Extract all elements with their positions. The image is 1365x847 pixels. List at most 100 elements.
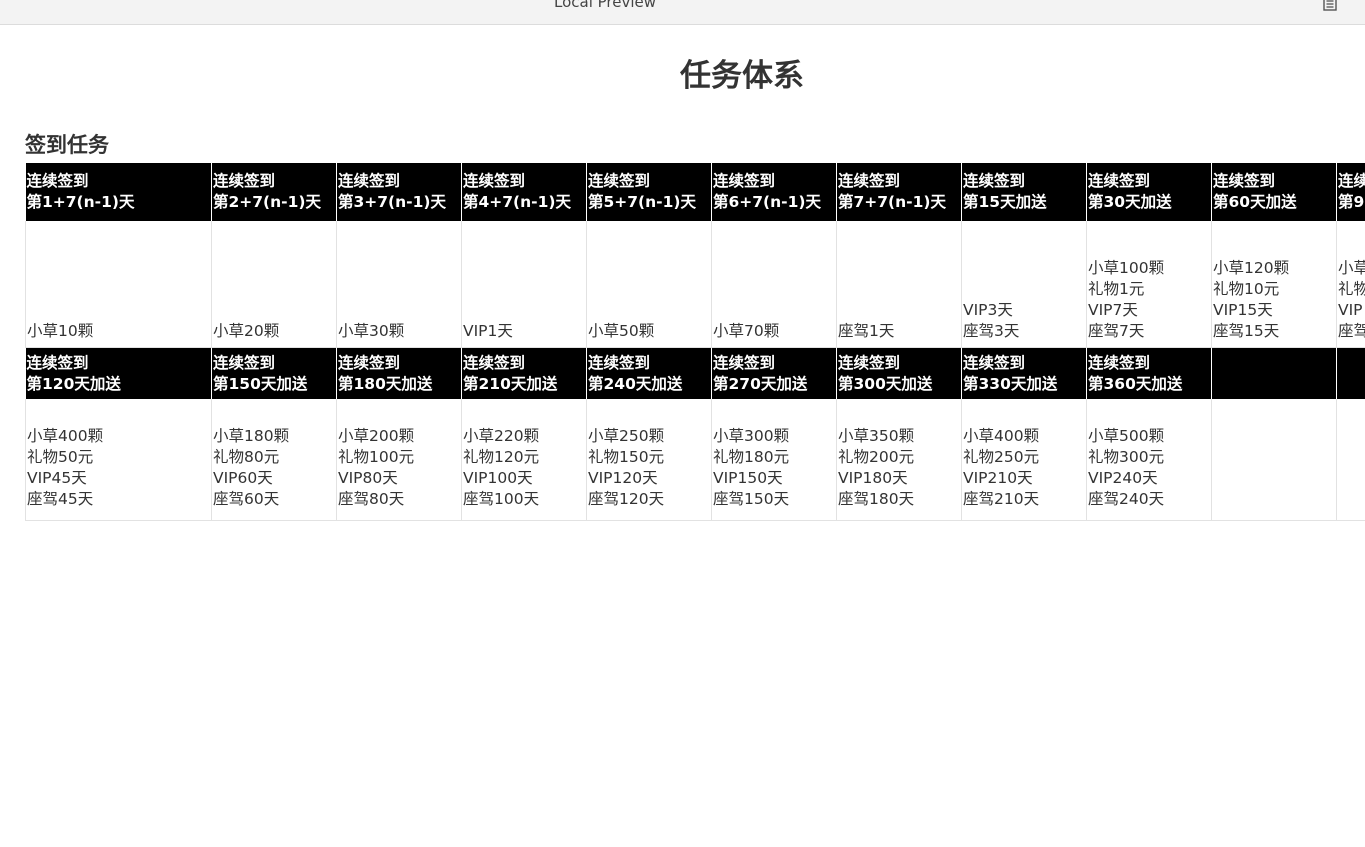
table-header-cell: [1336, 347, 1365, 399]
table-cell-line: 座驾60天: [213, 490, 280, 508]
table-cell-line: 礼物1元: [1088, 280, 1145, 298]
table-cell-line: 小草: [1338, 259, 1365, 277]
table-cell-line: 座驾3天: [963, 322, 1020, 340]
table-header-cell-line: 第2+7(n-1)天: [213, 193, 321, 211]
table-cell-line: 礼物250元: [963, 448, 1040, 466]
table-header-cell: 连续签到第240天加送: [586, 347, 712, 399]
table-cell-line: 座驾180天: [838, 490, 915, 508]
table-cell: 小草400颗 礼物250元 VIP210天 座驾210天: [961, 399, 1087, 521]
table-header-cell-line: 第1+7(n-1)天: [26, 193, 135, 211]
table-cell-line: 礼物50元: [27, 448, 94, 466]
table-header-cell-line: 连续签到: [713, 353, 776, 372]
table-cell-line: 小草100颗: [1088, 259, 1165, 277]
table-header-cell-line: 连续签到: [713, 172, 776, 190]
table-cell: 小草10颗: [25, 221, 212, 348]
table-header-cell-line: 连续签到: [338, 172, 401, 190]
table-cell: 小草礼物 VIP 座驾: [1336, 221, 1365, 348]
table-cell-line: VIP15天: [1213, 301, 1273, 319]
table-cell-line: 小草200颗: [338, 427, 415, 445]
checkin-task-table-container: 连续签到 第1+7(n-1)天 连续签到 第2+7(n-1)天 连续签到 第3+7(n-1…: [25, 163, 1365, 525]
table-cell-line: VIP240天: [1088, 469, 1158, 487]
table-cell: 小草220颗 礼物120元 VIP100天 座驾100天: [461, 399, 587, 521]
table-header-cell: 连续签到第3+7(n-1)天: [336, 163, 462, 221]
table-cell-line: 礼物: [1338, 280, 1365, 298]
table-cell: VIP1天: [461, 221, 587, 348]
table-header-cell: 连续签到 第4+7(n-1)天: [461, 163, 587, 221]
document-list-icon[interactable]: [1322, 0, 1338, 12]
table-header-cell: 连续签到第30天加送: [1086, 163, 1212, 221]
table-cell-line: VIP120天: [588, 469, 658, 487]
table-header-cell-line: 第30天加送: [1088, 193, 1172, 211]
table-cell-line: VIP180天: [838, 469, 908, 487]
table-cell-line: 座驾80天: [338, 490, 405, 508]
table-header-cell: [1211, 347, 1337, 399]
table-cell-line: 座驾15天: [1213, 322, 1280, 340]
table-cell: 小草200颗 礼物100元 VIP80天 座驾80天: [336, 399, 462, 521]
table-header-cell: 连续签到 第60天加送: [1211, 163, 1337, 221]
table-header-cell: 连续签到 第7+7(n-1)天: [836, 163, 962, 221]
table-header-cell-line: 连续签到: [588, 353, 651, 372]
table-cell: 小草180颗 礼物80元 VIP60天 座驾60天: [211, 399, 337, 521]
table-cell: 小草350颗 礼物200元 VIP180天 座驾180天: [836, 399, 962, 521]
checkin-task-table: 连续签到 第1+7(n-1)天 连续签到 第2+7(n-1)天 连续签到 第3+7(n-1…: [25, 163, 1365, 521]
table-cell: [1336, 399, 1365, 521]
table-header-cell: 连续签到第360天加送: [1086, 347, 1212, 399]
table-header-cell-line: 连续签到: [588, 172, 651, 190]
table-header-cell-line: 第3+7(n-1)天: [338, 193, 446, 211]
table-header-cell-line: 第180天加送: [338, 374, 433, 393]
table-header-cell-line: 连续签到: [838, 172, 901, 190]
table-header-cell: 连续签到 第6+7(n-1)天: [711, 163, 837, 221]
table-header-cell: 连续签到 第15天加送: [961, 163, 1087, 221]
table-header-cell-line: 第330天加送: [963, 374, 1058, 393]
table-header-cell-line: 连续签到: [1088, 353, 1151, 372]
table-header-cell-line: 连续签到: [463, 353, 526, 372]
table-cell-line: 座驾45天: [27, 490, 94, 508]
table-header-cell-line: 连续签到: [963, 172, 1026, 190]
table-cell-line: 座驾150天: [713, 490, 790, 508]
table-cell-line: VIP7天: [1088, 301, 1138, 319]
table-cell-line: 座驾120天: [588, 490, 665, 508]
table-cell-line: 座驾7天: [1088, 322, 1145, 340]
table-cell-line: 小草70颗: [713, 322, 780, 340]
preview-title: Local Preview: [554, 0, 657, 11]
table-cell: 小草100颗 礼物1元 VIP7天座驾7天: [1086, 221, 1212, 348]
table-cell-line: 小草20颗: [213, 322, 280, 340]
table-header-cell-line: 第120天加送: [26, 374, 121, 393]
table-header-cell-line: 连续签到: [26, 353, 89, 372]
table-cell: 小草300颗 礼物180元 VIP150天 座驾150天: [711, 399, 837, 521]
table-header-cell: 连续签到 第150天加送: [211, 347, 337, 399]
table-header-cell-line: 第270天加送: [713, 374, 808, 393]
table-cell-line: 礼物120元: [463, 448, 540, 466]
table-header-cell-line: 连续签到: [963, 353, 1026, 372]
table-header-cell-line: 第240天加送: [588, 374, 683, 393]
table-cell-line: 礼物180元: [713, 448, 790, 466]
table-cell-line: 座驾240天: [1088, 490, 1165, 508]
table-cell: 小草50颗: [586, 221, 712, 348]
table-header-cell: 连续签到 第210天加送: [461, 347, 587, 399]
table-cell-line: 礼物150元: [588, 448, 665, 466]
table-cell-line: 小草180颗: [213, 427, 290, 445]
table-cell-line: 小草220颗: [463, 427, 540, 445]
table-header-cell: 连续签到第1+7(n-1)天: [25, 163, 212, 221]
table-header-cell-line: 第5+7(n-1)天: [588, 193, 696, 211]
table-header-cell: 连续签到第90天加送: [1336, 163, 1365, 221]
table-cell-line: 小草400颗: [27, 427, 104, 445]
table-header-cell-line: 第4+7(n-1)天: [463, 193, 571, 211]
table-header-row: 连续签到 第1+7(n-1)天 连续签到 第2+7(n-1)天 连续签到 第3+7(n-1…: [25, 163, 1365, 221]
table-cell-line: 小草250颗: [588, 427, 665, 445]
table-cell: 座驾1天: [836, 221, 962, 348]
section-title: 签到任务: [25, 133, 109, 157]
table-cell: 小草70颗: [711, 221, 837, 348]
table-header-cell-line: 连续签到: [1088, 172, 1151, 190]
table-cell-line: 小草10颗: [27, 322, 94, 340]
table-cell-line: 小草50颗: [588, 322, 655, 340]
table-cell: 小草120颗 礼物10元 VIP15天 座驾15天: [1211, 221, 1337, 348]
table-cell-line: VIP3天: [963, 301, 1013, 319]
table-cell-line: 小草500颗: [1088, 427, 1165, 445]
table-cell: 小草250颗 礼物150元 VIP120天 座驾120天: [586, 399, 712, 521]
table-cell-line: VIP80天: [338, 469, 398, 487]
table-header-cell-line: 连续签到: [26, 172, 89, 190]
table-header-cell-line: 连续签到: [338, 353, 401, 372]
table-header-cell-line: 第360天加送: [1088, 374, 1183, 393]
preview-title-bar: Local Preview: [0, 0, 1365, 25]
